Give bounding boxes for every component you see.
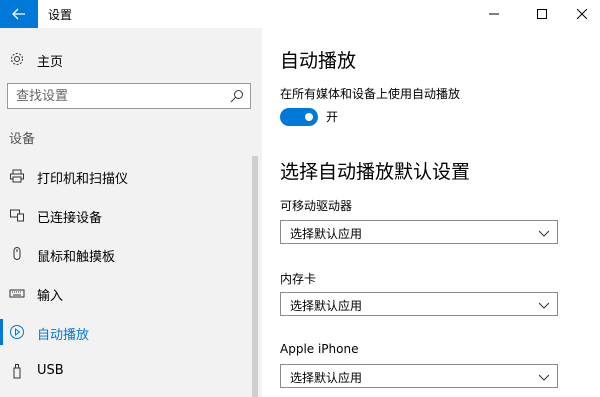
iphone-select[interactable]: 选择默认应用 [280, 364, 558, 388]
minimize-icon [489, 13, 499, 15]
sidebar-item-usb[interactable]: USB [0, 352, 250, 390]
minimize-button[interactable] [474, 0, 514, 28]
sidebar: 主页 设备 打印机和扫描仪 已连接设备 鼠标和触摸板 [0, 28, 262, 397]
toggle-state-label: 开 [326, 110, 339, 124]
maximize-button[interactable] [522, 0, 562, 28]
sidebar-item-label: 输入 [37, 289, 64, 304]
sidebar-item-input[interactable]: 输入 [0, 274, 250, 312]
section-title: 设备 [9, 132, 36, 147]
sidebar-item-connected-devices[interactable]: 已连接设备 [0, 196, 250, 234]
sidebar-scrollbar[interactable] [252, 156, 258, 397]
memory-card-label: 内存卡 [280, 272, 317, 286]
main-content: 自动播放 在所有媒体和设备上使用自动播放 开 选择自动播放默认设置 可移动驱动器… [262, 28, 600, 397]
select-value: 选择默认应用 [290, 227, 363, 241]
page-title: 自动播放 [280, 50, 357, 72]
back-button[interactable] [0, 0, 38, 28]
autoplay-icon [10, 325, 24, 339]
window-title: 设置 [48, 8, 73, 22]
removable-drive-select[interactable]: 选择默认应用 [280, 220, 558, 244]
sidebar-item-label: 自动播放 [37, 328, 90, 343]
close-icon [577, 9, 587, 19]
usb-icon [13, 364, 21, 379]
sidebar-item-label: 主页 [37, 55, 64, 70]
autoplay-toggle-caption: 在所有媒体和设备上使用自动播放 [280, 87, 461, 101]
sidebar-item-label: USB [37, 363, 64, 378]
toggle-knob [305, 113, 313, 121]
sidebar-item-autoplay[interactable]: 自动播放 [0, 313, 250, 351]
title-bar: 设置 [0, 0, 600, 28]
mouse-icon [13, 247, 21, 260]
sidebar-item-label: 鼠标和触摸板 [37, 250, 116, 265]
removable-drive-label: 可移动驱动器 [280, 199, 353, 213]
chevron-down-icon [538, 374, 550, 381]
chevron-down-icon [538, 302, 550, 309]
sidebar-item-label: 已连接设备 [37, 211, 103, 226]
printer-icon [10, 169, 24, 183]
maximize-icon [537, 9, 547, 19]
keyboard-icon [9, 289, 25, 298]
chevron-down-icon [538, 230, 550, 237]
search-icon [230, 90, 243, 103]
sidebar-item-printers[interactable]: 打印机和扫描仪 [0, 157, 250, 195]
connected-devices-icon [10, 209, 24, 222]
active-indicator [0, 319, 3, 345]
sidebar-item-label: 打印机和扫描仪 [37, 172, 129, 187]
sidebar-item-home[interactable]: 主页 [0, 42, 262, 76]
close-button[interactable] [562, 0, 600, 28]
iphone-label: Apple iPhone [280, 342, 359, 356]
search-input[interactable] [8, 84, 218, 108]
search-field[interactable] [7, 83, 251, 109]
select-value: 选择默认应用 [290, 299, 363, 313]
defaults-title: 选择自动播放默认设置 [280, 161, 471, 183]
autoplay-toggle[interactable] [280, 108, 318, 126]
select-value: 选择默认应用 [290, 371, 363, 385]
sidebar-item-mouse[interactable]: 鼠标和触摸板 [0, 235, 250, 273]
back-arrow-icon [12, 8, 25, 20]
gear-icon [11, 53, 23, 65]
memory-card-select[interactable]: 选择默认应用 [280, 292, 558, 316]
